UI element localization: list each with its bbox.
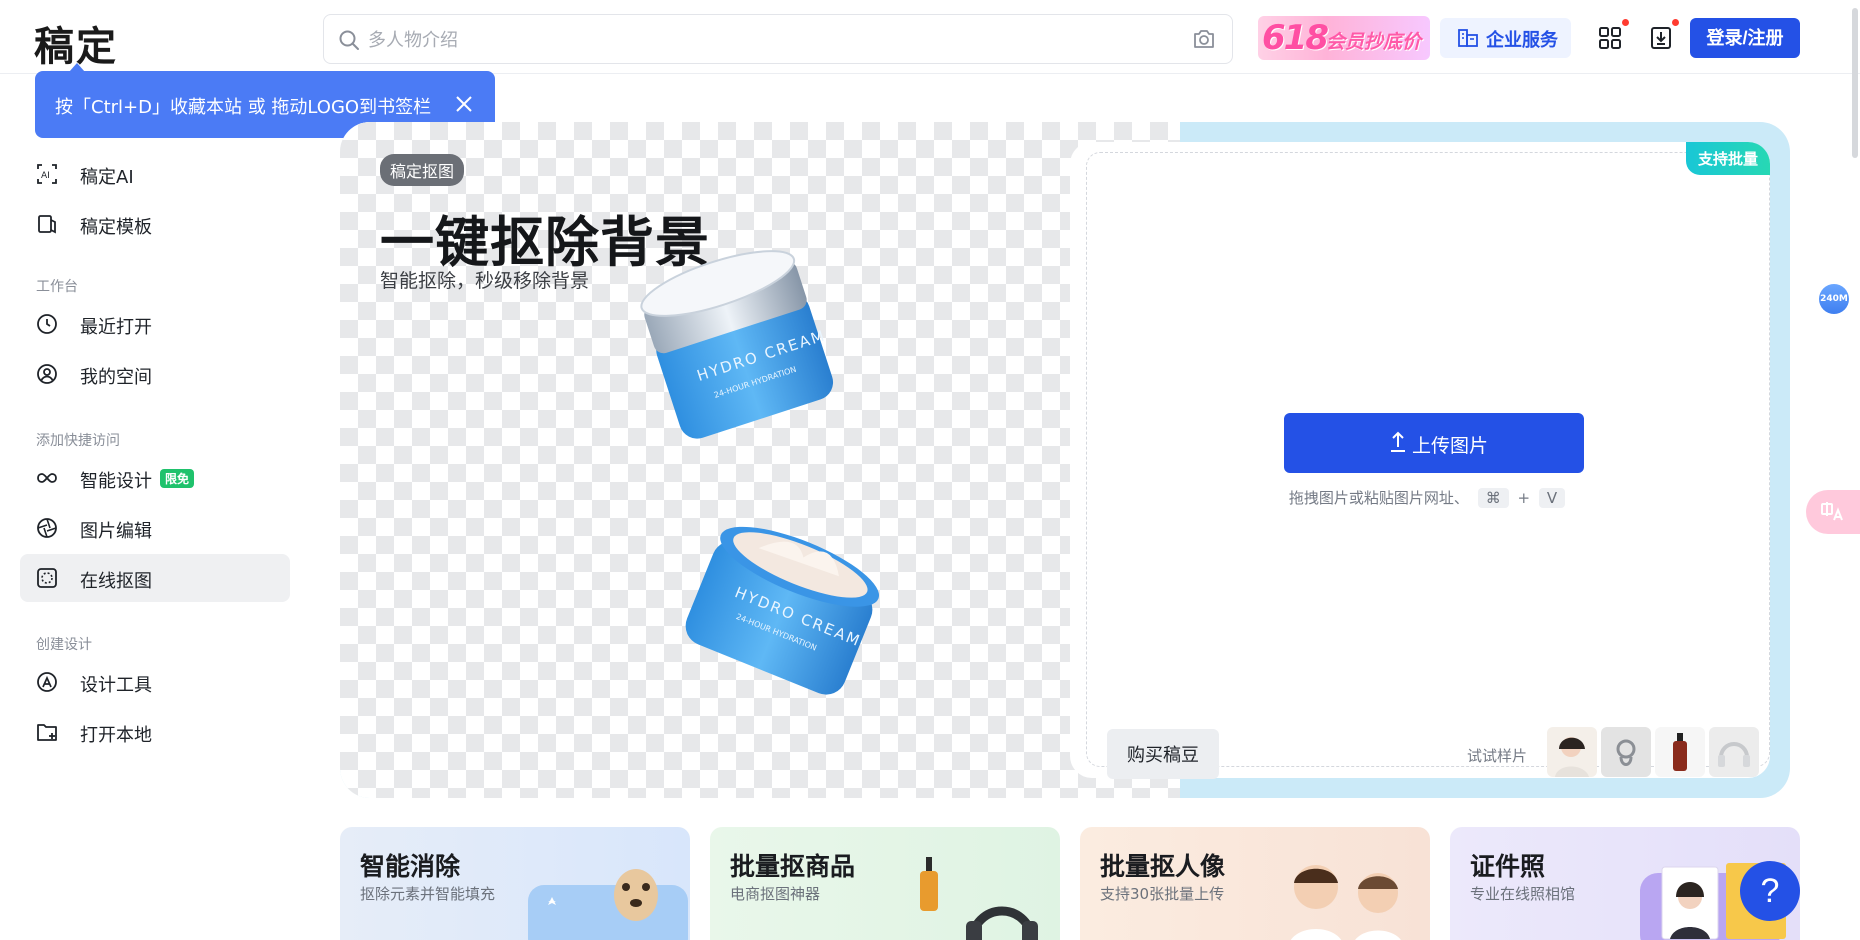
sidebar-item-label: 设计工具 — [80, 675, 152, 696]
search-box[interactable] — [323, 14, 1233, 64]
download-notification-dot — [1672, 19, 1679, 26]
search-icon — [339, 30, 359, 50]
upload-hint: 拖拽图片或粘贴图片网址、 ⌘ + V — [1087, 487, 1771, 508]
feature-title: 批量抠商品 — [730, 852, 856, 881]
sidebar-item-label: 最近打开 — [80, 317, 152, 338]
close-icon[interactable] — [455, 95, 473, 113]
plus-sign: + — [1517, 489, 1531, 507]
scrollbar-thumb[interactable] — [1852, 8, 1858, 158]
portrait-thumbnail — [1555, 737, 1589, 777]
sidebar-item-image-edit[interactable]: 图片编辑 — [20, 504, 290, 552]
aperture-icon — [37, 518, 57, 538]
cutout-icon — [37, 568, 57, 588]
apps-grid-icon[interactable] — [1598, 26, 1622, 50]
sidebar-item-label: 在线抠图 — [80, 571, 152, 592]
sidebar-item-my-space[interactable]: 我的空间 — [20, 350, 290, 398]
apps-notification-dot — [1622, 19, 1629, 26]
feature-subtitle: 支持30张批量上传 — [1100, 885, 1225, 903]
feature-card-batch-portrait[interactable]: 批量抠人像 支持30张批量上传 — [1080, 827, 1430, 940]
sidebar-item-open-local[interactable]: 打开本地 — [20, 708, 290, 756]
hero-banner: 稿定抠图 一键抠除背景 智能抠除，秒级移除背景 HYDRO CREAM 24-H… — [340, 122, 1790, 798]
section-title-quick-access: 添加快捷访问 — [36, 433, 120, 449]
sidebar-item-templates[interactable]: 稿定模板 — [20, 200, 290, 248]
svg-text:AI: AI — [41, 171, 50, 181]
infinity-icon — [37, 473, 57, 483]
bottle-thumbnail — [1673, 733, 1687, 771]
login-register-button[interactable]: 登录/注册 — [1690, 18, 1800, 58]
user-circle-icon — [37, 364, 57, 384]
sample-headphones[interactable] — [1709, 727, 1759, 777]
sidebar-item-smart-design[interactable]: 智能设计 限免 — [20, 454, 290, 502]
sidebar-item-label: 图片编辑 — [80, 521, 152, 542]
pen-nib-icon — [37, 672, 57, 692]
page-scrollbar[interactable] — [1850, 0, 1860, 940]
sidebar: AI 稿定AI 稿定模板 工作台 最近打开 我的空间 添加快捷访问 智能设计 限… — [0, 74, 310, 940]
search-input[interactable] — [368, 23, 1168, 57]
enterprise-service-button[interactable]: 企业服务 — [1440, 18, 1571, 58]
sidebar-item-gaoding-ai[interactable]: AI 稿定AI — [20, 150, 290, 198]
sidebar-item-label: 我的空间 — [80, 367, 152, 388]
upload-panel[interactable]: 上传图片 拖拽图片或粘贴图片网址、 ⌘ + V 购买稿豆 试试样片 支持批量 — [1070, 142, 1771, 779]
v-key: V — [1538, 488, 1566, 508]
ai-icon: AI — [37, 164, 57, 184]
sample-jewelry[interactable] — [1601, 727, 1651, 777]
building-icon — [1458, 29, 1478, 47]
sidebar-item-design-tools[interactable]: 设计工具 — [20, 658, 290, 706]
section-title-workspace: 工作台 — [36, 279, 78, 295]
upload-arrow-icon — [1391, 431, 1405, 452]
template-icon — [38, 215, 56, 234]
feature-card-smart-erase[interactable]: 智能消除 抠除元素并智能填充 — [340, 827, 690, 940]
upload-label: 上传图片 — [1412, 436, 1489, 457]
camera-icon[interactable] — [1192, 28, 1216, 50]
feature-title: 证件照 — [1470, 852, 1546, 881]
sidebar-item-online-cutout[interactable]: 在线抠图 — [20, 554, 290, 602]
dog-illustration — [528, 869, 688, 940]
translate-icon — [1821, 502, 1843, 521]
cmd-key: ⌘ — [1477, 488, 1509, 508]
jewelry-thumbnail — [1616, 739, 1636, 766]
folder-plus-icon — [37, 724, 57, 741]
cream-jar-illustration: HYDRO CREAM 24-HOUR HYDRATION HYDRO CREA… — [640, 250, 880, 695]
promo-number: 618 — [1262, 18, 1329, 58]
sidebar-item-label: 打开本地 — [80, 725, 152, 746]
feature-subtitle: 抠除元素并智能填充 — [360, 885, 496, 903]
promo-text: 会员抄底价 — [1326, 31, 1422, 53]
headphones-thumbnail — [1718, 742, 1750, 767]
sample-bottle[interactable] — [1655, 727, 1705, 777]
free-badge: 限免 — [160, 469, 195, 488]
batch-support-tag: 支持批量 — [1685, 142, 1770, 175]
upload-image-button[interactable]: 上传图片 — [1284, 413, 1584, 473]
feature-title: 批量抠人像 — [1100, 852, 1226, 881]
enterprise-label: 企业服务 — [1486, 30, 1558, 51]
buy-beans-button[interactable]: 购买稿豆 — [1107, 729, 1219, 779]
upload-dropzone[interactable]: 上传图片 拖拽图片或粘贴图片网址、 ⌘ + V 购买稿豆 试试样片 — [1086, 152, 1771, 779]
hero-tag: 稿定抠图 — [380, 154, 465, 186]
feature-card-batch-product[interactable]: 批量抠商品 电商抠图神器 — [710, 827, 1060, 940]
try-samples-label: 试试样片 — [1467, 747, 1528, 765]
promo-banner[interactable]: 618 会员抄底价 — [1258, 16, 1430, 60]
download-icon[interactable] — [1650, 26, 1672, 50]
sample-portrait[interactable] — [1547, 727, 1597, 777]
product-illustration — [920, 857, 1038, 940]
sidebar-item-recent[interactable]: 最近打开 — [20, 300, 290, 348]
feature-title: 智能消除 — [360, 852, 461, 881]
upload-hint-text: 拖拽图片或粘贴图片网址、 — [1288, 489, 1469, 507]
section-title-create: 创建设计 — [36, 637, 92, 653]
sidebar-item-label: 稿定模板 — [80, 217, 152, 238]
feature-subtitle: 专业在线照相馆 — [1470, 885, 1576, 903]
memory-usage-badge[interactable]: 240M — [1819, 284, 1849, 314]
top-bar: 稿定 618 会员抄底价 企业服务 登录/注册 — [0, 0, 1860, 74]
sidebar-item-label: 智能设计 — [80, 471, 152, 492]
children-illustration — [1290, 865, 1401, 940]
hero-subtitle: 智能抠除，秒级移除背景 — [380, 270, 590, 292]
help-button[interactable]: ? — [1740, 861, 1800, 921]
clock-icon — [37, 314, 57, 334]
sidebar-item-label: 稿定AI — [80, 167, 134, 188]
feature-subtitle: 电商抠图神器 — [730, 885, 821, 903]
